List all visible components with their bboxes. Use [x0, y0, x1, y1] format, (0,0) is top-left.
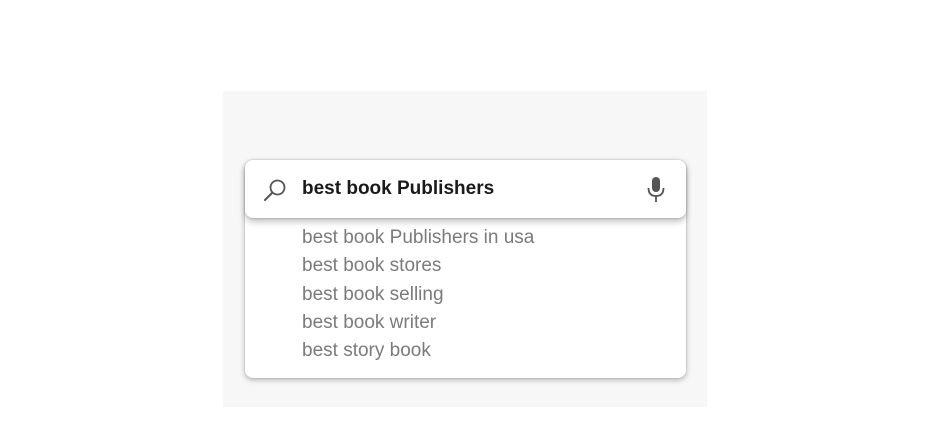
suggestion-item[interactable]: best book selling	[302, 281, 534, 309]
suggestion-item[interactable]: best story book	[302, 337, 534, 365]
search-input[interactable]: best book Publishers	[302, 178, 494, 200]
suggestion-item[interactable]: best book stores	[302, 252, 534, 280]
suggestion-item[interactable]: best book writer	[302, 309, 534, 337]
suggestion-item[interactable]: best book Publishers in usa	[302, 224, 534, 252]
microphone-icon[interactable]	[645, 176, 667, 204]
search-bar[interactable]: best book Publishers	[245, 160, 686, 218]
suggestion-list: best book Publishers in usa best book st…	[302, 224, 534, 365]
search-icon[interactable]	[262, 177, 288, 203]
